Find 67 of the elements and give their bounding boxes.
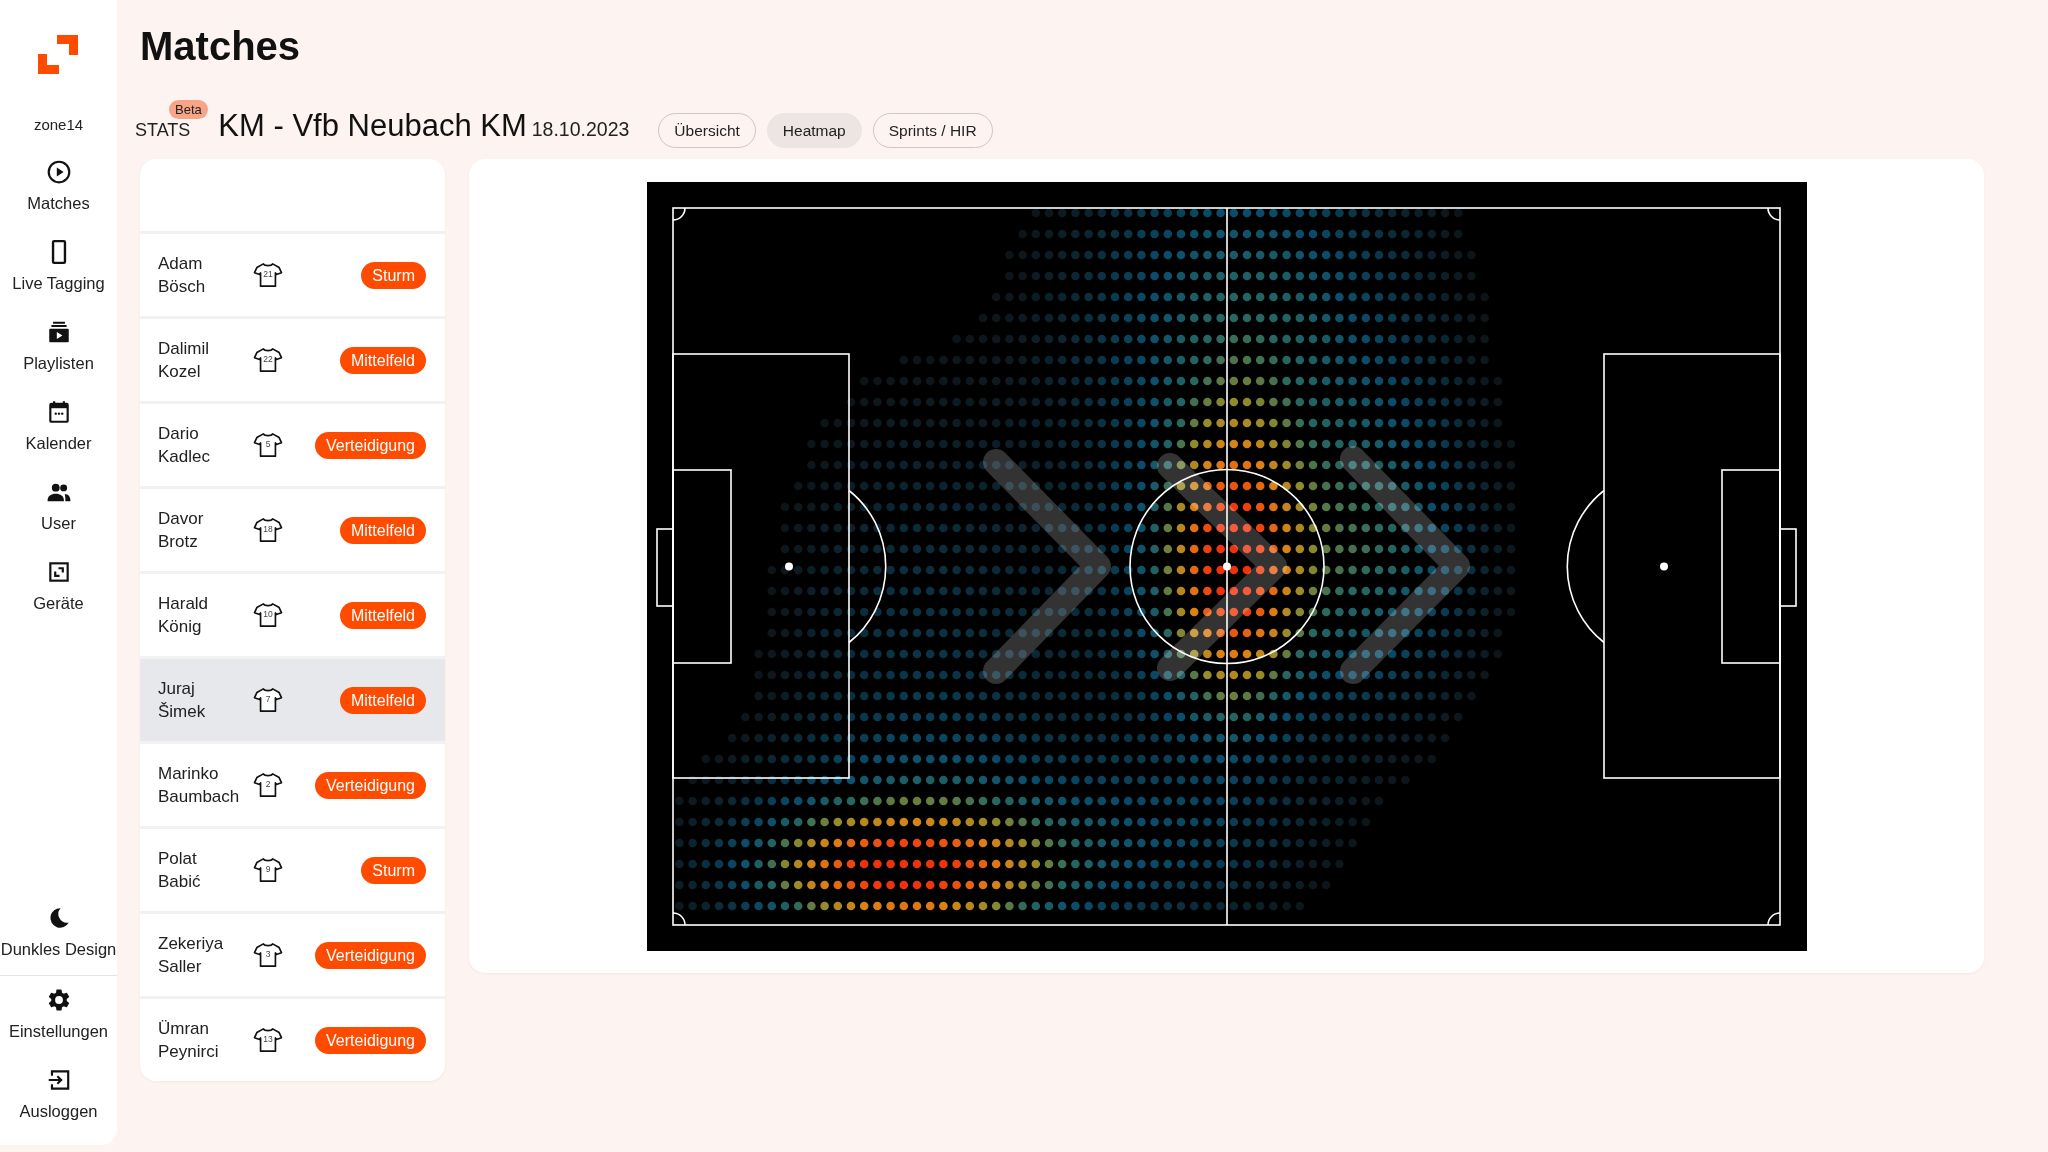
shirt-icon [253,942,283,968]
position-tag: Mittelfeld [339,601,426,629]
shirt-number: 2 [264,779,272,789]
player-row[interactable]: Dalimil Kozel 22 Mittelfeld [140,316,445,401]
nav-item[interactable]: Live Tagging [0,235,117,301]
play-circle-icon [45,159,72,185]
shirt-icon [253,347,283,373]
player-name: Davor Brotz [158,508,204,553]
player-name: Zekeriya Saller [158,933,224,978]
position-tag: Verteidigung [315,941,426,969]
player-row[interactable]: Davor Brotz 18 Mittelfeld [140,486,445,571]
beta-tag: Beta [169,100,208,119]
shirt-icon [253,602,283,628]
shirt-icon [253,517,283,543]
shirt-number: 22 [262,354,274,364]
position-tag: Verteidigung [315,431,426,459]
nav-item[interactable]: Playlisten [0,315,117,381]
player-row[interactable]: Ümran Peynirci 13 Verteidigung [140,996,445,1081]
position-tag: Mittelfeld [339,686,426,714]
section-label: STATS [135,120,191,140]
player-row[interactable]: Adam Bösch 21 Sturm [140,231,445,316]
shirt-number: 10 [262,609,274,619]
shirt-icon [253,857,283,883]
player-row[interactable]: Juraj Šimek 7 Mittelfeld [140,656,445,741]
position-tag: Mittelfeld [339,516,426,544]
shirt-icon [253,1027,283,1053]
player-row[interactable]: Polat Babić 9 Sturm [140,826,445,911]
page-title: Matches [140,23,302,70]
brand-logo [37,35,80,75]
player-name: Polat Babić [158,848,201,893]
nav-item[interactable]: Einstellungen [0,983,117,1049]
nav-item[interactable]: Matches [0,155,117,221]
shirt-icon [253,772,283,798]
shirt-number: 9 [264,864,272,874]
player-name: Dalimil Kozel [158,338,209,383]
shirt-number: 5 [264,439,272,449]
match-date: 18.10.2023 [531,118,630,141]
position-tag: Sturm [361,261,426,289]
nav-item[interactable]: Dunkles Design [0,901,117,967]
nav-item[interactable]: Geräte [0,555,117,621]
position-tag: Verteidigung [315,771,426,799]
player-row[interactable]: Zekeriya Saller 3 Verteidigung [140,911,445,996]
shirt-number: 13 [262,1034,274,1044]
player-name: Ümran Peynirci [158,1018,219,1063]
player-name: Adam Bösch [158,253,206,298]
position-tag: Verteidigung [315,1026,426,1054]
nav-item[interactable]: Kalender [0,395,117,461]
player-row[interactable]: Dario Kadlec 5 Verteidigung [140,401,445,486]
match-title: KM - Vfb Neubach KM [218,108,527,144]
view-tab[interactable]: Heatmap [766,113,862,148]
brand-name: zone14 [32,116,85,134]
player-name: Marinko Baumbach [158,763,240,808]
shirt-number: 7 [264,694,272,704]
position-tag: Mittelfeld [339,346,426,374]
player-name: Harald König [158,593,209,638]
shirt-icon [253,687,283,713]
position-tag: Sturm [361,856,426,884]
player-name: Juraj Šimek [158,678,206,723]
shirt-number: 3 [264,949,272,959]
player-row[interactable]: Marinko Baumbach 2 Verteidigung [140,741,445,826]
shirt-number: 18 [262,524,274,534]
shirt-icon [253,432,283,458]
shirt-number: 21 [262,269,274,279]
shirt-icon [253,262,283,288]
nav-item[interactable]: User [0,475,117,541]
player-name: Dario Kadlec [158,423,210,468]
nav-item[interactable]: Ausloggen [0,1063,117,1129]
